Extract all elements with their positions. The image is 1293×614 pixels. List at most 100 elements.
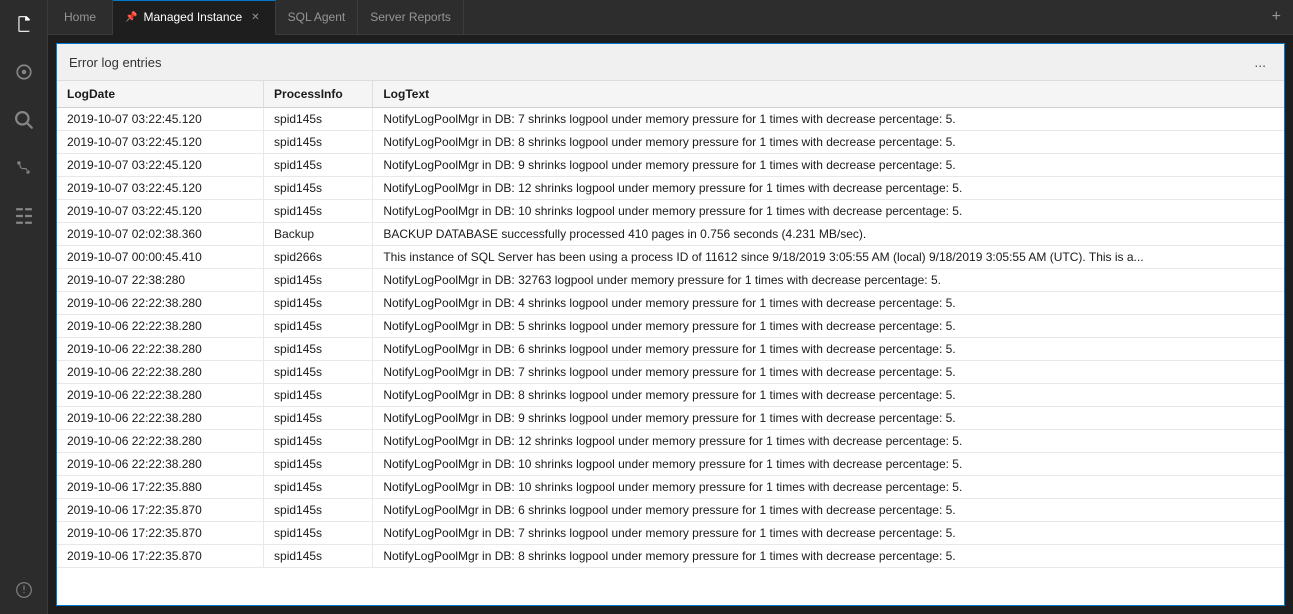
tab-server-reports[interactable]: Server Reports (358, 0, 464, 35)
cell-logtext: NotifyLogPoolMgr in DB: 5 shrinks logpoo… (373, 315, 1284, 338)
cell-logdate: 2019-10-06 22:22:38.280 (57, 407, 264, 430)
cell-logtext: NotifyLogPoolMgr in DB: 8 shrinks logpoo… (373, 131, 1284, 154)
tab-managed-instance-close[interactable]: ✕ (248, 11, 262, 24)
table-row[interactable]: 2019-10-07 22:38:280spid145sNotifyLogPoo… (57, 269, 1284, 292)
cell-logtext: NotifyLogPoolMgr in DB: 10 shrinks logpo… (373, 200, 1284, 223)
tab-server-reports-label: Server Reports (370, 10, 451, 24)
cell-logtext: NotifyLogPoolMgr in DB: 4 shrinks logpoo… (373, 292, 1284, 315)
table-row[interactable]: 2019-10-06 22:22:38.280spid145sNotifyLog… (57, 315, 1284, 338)
cell-logdate: 2019-10-07 00:00:45.410 (57, 246, 264, 269)
cell-logdate: 2019-10-06 22:22:38.280 (57, 430, 264, 453)
panel-menu-button[interactable]: ... (1248, 52, 1272, 72)
error-log-panel: Error log entries ... LogDate ProcessInf… (56, 43, 1285, 606)
table-header-row: LogDate ProcessInfo LogText (57, 81, 1284, 108)
cell-logdate: 2019-10-07 22:38:280 (57, 269, 264, 292)
cell-logtext: This instance of SQL Server has been usi… (373, 246, 1284, 269)
cell-logdate: 2019-10-06 17:22:35.880 (57, 476, 264, 499)
new-tab-button[interactable]: + (1260, 0, 1293, 35)
cell-processinfo: spid145s (264, 292, 373, 315)
cell-logdate: 2019-10-06 22:22:38.280 (57, 315, 264, 338)
table-row[interactable]: 2019-10-06 17:22:35.870spid145sNotifyLog… (57, 522, 1284, 545)
tab-sql-agent[interactable]: SQL Agent (276, 0, 359, 35)
table-row[interactable]: 2019-10-06 22:22:38.280spid145sNotifyLog… (57, 338, 1284, 361)
col-logtext: LogText (373, 81, 1284, 108)
cell-processinfo: spid145s (264, 522, 373, 545)
cell-logtext: NotifyLogPoolMgr in DB: 10 shrinks logpo… (373, 453, 1284, 476)
cell-logdate: 2019-10-06 17:22:35.870 (57, 499, 264, 522)
table-row[interactable]: 2019-10-07 03:22:45.120spid145sNotifyLog… (57, 154, 1284, 177)
cell-processinfo: spid145s (264, 545, 373, 568)
cell-logdate: 2019-10-07 03:22:45.120 (57, 200, 264, 223)
cell-logtext: NotifyLogPoolMgr in DB: 7 shrinks logpoo… (373, 361, 1284, 384)
table-row[interactable]: 2019-10-06 17:22:35.870spid145sNotifyLog… (57, 499, 1284, 522)
feedback-icon[interactable] (0, 566, 48, 614)
table-row[interactable]: 2019-10-07 03:22:45.120spid145sNotifyLog… (57, 131, 1284, 154)
cell-logtext: NotifyLogPoolMgr in DB: 10 shrinks logpo… (373, 476, 1284, 499)
table-row[interactable]: 2019-10-06 22:22:38.280spid145sNotifyLog… (57, 453, 1284, 476)
cell-processinfo: spid145s (264, 269, 373, 292)
col-processinfo: ProcessInfo (264, 81, 373, 108)
cell-processinfo: spid145s (264, 384, 373, 407)
extensions-icon[interactable] (0, 192, 48, 240)
table-row[interactable]: 2019-10-06 17:22:35.880spid145sNotifyLog… (57, 476, 1284, 499)
cell-processinfo: spid266s (264, 246, 373, 269)
cell-processinfo: spid145s (264, 407, 373, 430)
cell-logdate: 2019-10-06 22:22:38.280 (57, 292, 264, 315)
table-row[interactable]: 2019-10-06 22:22:38.280spid145sNotifyLog… (57, 292, 1284, 315)
cell-logtext: NotifyLogPoolMgr in DB: 12 shrinks logpo… (373, 177, 1284, 200)
tab-home-label: Home (64, 10, 96, 24)
tab-home[interactable]: Home (48, 0, 113, 35)
cell-logdate: 2019-10-06 17:22:35.870 (57, 522, 264, 545)
table-container[interactable]: LogDate ProcessInfo LogText 2019-10-07 0… (57, 81, 1284, 605)
cell-logtext: BACKUP DATABASE successfully processed 4… (373, 223, 1284, 246)
cell-processinfo: spid145s (264, 453, 373, 476)
cell-logdate: 2019-10-06 22:22:38.280 (57, 338, 264, 361)
table-row[interactable]: 2019-10-06 22:22:38.280spid145sNotifyLog… (57, 384, 1284, 407)
cell-processinfo: spid145s (264, 430, 373, 453)
tab-managed-instance[interactable]: 📌 Managed Instance ✕ (113, 0, 276, 35)
table-row[interactable]: 2019-10-06 22:22:38.280spid145sNotifyLog… (57, 430, 1284, 453)
cell-processinfo: spid145s (264, 131, 373, 154)
table-row[interactable]: 2019-10-06 17:22:35.870spid145sNotifyLog… (57, 545, 1284, 568)
cell-logdate: 2019-10-07 03:22:45.120 (57, 108, 264, 131)
cell-processinfo: spid145s (264, 177, 373, 200)
table-row[interactable]: 2019-10-07 02:02:38.360BackupBACKUP DATA… (57, 223, 1284, 246)
source-control-icon[interactable] (0, 144, 48, 192)
cell-processinfo: spid145s (264, 315, 373, 338)
main-area: Home 📌 Managed Instance ✕ SQL Agent Serv… (48, 0, 1293, 614)
panel-title: Error log entries (69, 55, 161, 70)
cell-processinfo: spid145s (264, 154, 373, 177)
cell-processinfo: Backup (264, 223, 373, 246)
cell-logdate: 2019-10-07 03:22:45.120 (57, 154, 264, 177)
error-log-table: LogDate ProcessInfo LogText 2019-10-07 0… (57, 81, 1284, 568)
sidebar (0, 0, 48, 614)
cell-logtext: NotifyLogPoolMgr in DB: 9 shrinks logpoo… (373, 154, 1284, 177)
content-area: Error log entries ... LogDate ProcessInf… (48, 35, 1293, 614)
cell-processinfo: spid145s (264, 476, 373, 499)
panel-header: Error log entries ... (57, 44, 1284, 81)
cell-logdate: 2019-10-06 22:22:38.280 (57, 361, 264, 384)
files-icon[interactable] (0, 0, 48, 48)
cell-logdate: 2019-10-06 22:22:38.280 (57, 384, 264, 407)
cell-logdate: 2019-10-07 02:02:38.360 (57, 223, 264, 246)
cell-processinfo: spid145s (264, 499, 373, 522)
cell-logtext: NotifyLogPoolMgr in DB: 6 shrinks logpoo… (373, 499, 1284, 522)
tab-sql-agent-label: SQL Agent (288, 10, 346, 24)
cell-processinfo: spid145s (264, 108, 373, 131)
tab-managed-instance-label: Managed Instance (143, 10, 242, 24)
tab-bar: Home 📌 Managed Instance ✕ SQL Agent Serv… (48, 0, 1293, 35)
table-row[interactable]: 2019-10-06 22:22:38.280spid145sNotifyLog… (57, 407, 1284, 430)
table-row[interactable]: 2019-10-07 03:22:45.120spid145sNotifyLog… (57, 200, 1284, 223)
table-row[interactable]: 2019-10-07 03:22:45.120spid145sNotifyLog… (57, 108, 1284, 131)
table-row[interactable]: 2019-10-06 22:22:38.280spid145sNotifyLog… (57, 361, 1284, 384)
table-row[interactable]: 2019-10-07 03:22:45.120spid145sNotifyLog… (57, 177, 1284, 200)
cell-logtext: NotifyLogPoolMgr in DB: 7 shrinks logpoo… (373, 108, 1284, 131)
search-icon[interactable] (0, 96, 48, 144)
connections-icon[interactable] (0, 48, 48, 96)
table-row[interactable]: 2019-10-07 00:00:45.410spid266sThis inst… (57, 246, 1284, 269)
cell-logtext: NotifyLogPoolMgr in DB: 8 shrinks logpoo… (373, 545, 1284, 568)
cell-logdate: 2019-10-06 17:22:35.870 (57, 545, 264, 568)
col-logdate: LogDate (57, 81, 264, 108)
cell-logdate: 2019-10-07 03:22:45.120 (57, 177, 264, 200)
cell-logtext: NotifyLogPoolMgr in DB: 6 shrinks logpoo… (373, 338, 1284, 361)
